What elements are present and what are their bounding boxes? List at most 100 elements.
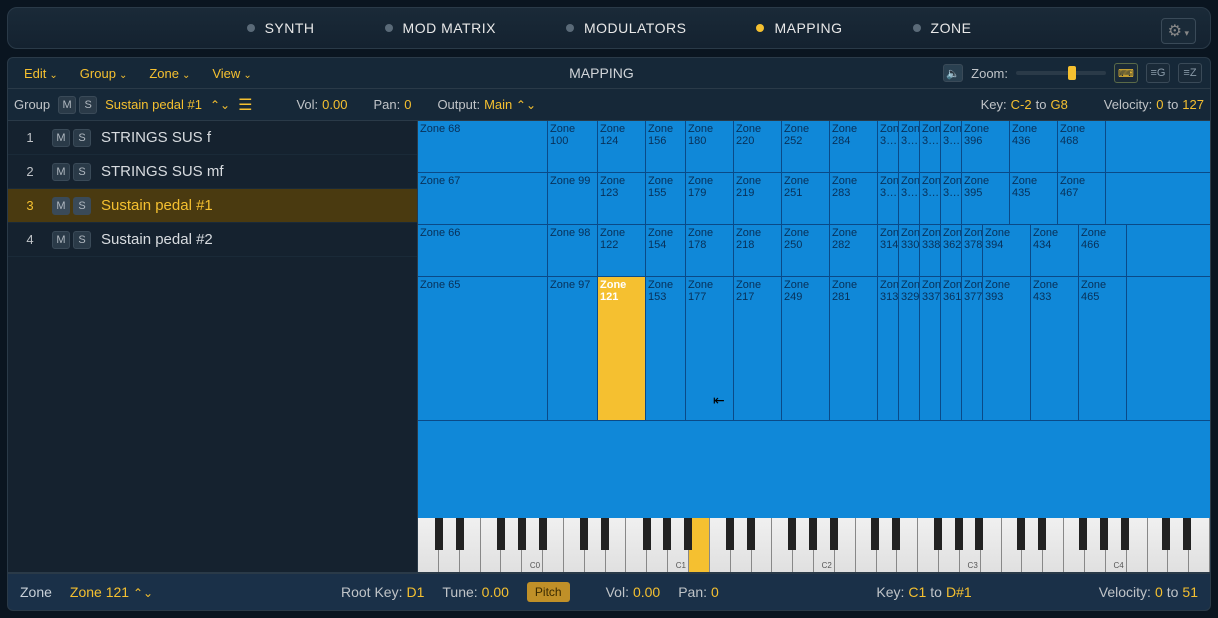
- zone-cell[interactable]: Zone 100: [548, 121, 598, 172]
- zone-cell[interactable]: Zone 99: [548, 173, 598, 224]
- zone-cell[interactable]: Zone 378: [962, 225, 983, 276]
- zone-cell[interactable]: Zone 466: [1079, 225, 1127, 276]
- black-key[interactable]: [1183, 518, 1191, 550]
- zone-cell[interactable]: Zone 362: [941, 225, 962, 276]
- white-key[interactable]: [897, 518, 918, 572]
- group-name-select[interactable]: Sustain pedal #1: [105, 97, 202, 112]
- view-keyboard-button[interactable]: ⌨: [1114, 63, 1138, 83]
- zone-cell[interactable]: Zone 249: [782, 277, 830, 420]
- zone-cell[interactable]: Zone 153: [646, 277, 686, 420]
- zone-cell[interactable]: Zone 97: [548, 277, 598, 420]
- black-key[interactable]: [643, 518, 651, 550]
- group-row[interactable]: 3MSSustain pedal #1: [8, 189, 417, 223]
- slider-thumb[interactable]: [1068, 66, 1076, 80]
- zone-cell[interactable]: Zone 436: [1010, 121, 1058, 172]
- black-key[interactable]: [1100, 518, 1108, 550]
- zone-cell[interactable]: Zone 178: [686, 225, 734, 276]
- zone-cell[interactable]: Zone 219: [734, 173, 782, 224]
- zone-pan-value[interactable]: 0: [711, 584, 719, 600]
- zone-cell[interactable]: Zone 465: [1079, 277, 1127, 420]
- zone-cell[interactable]: Zone 3…: [920, 121, 941, 172]
- zone-key-hi[interactable]: D#1: [946, 584, 972, 600]
- black-key[interactable]: [726, 518, 734, 550]
- black-key[interactable]: [892, 518, 900, 550]
- zone-cell[interactable]: Zone 393: [983, 277, 1031, 420]
- zone-cell[interactable]: Zone 252: [782, 121, 830, 172]
- zone-cell[interactable]: Zone 121: [598, 277, 646, 420]
- group-vol-value[interactable]: 0.00: [322, 97, 347, 112]
- white-key[interactable]: [752, 518, 773, 572]
- zone-cell[interactable]: Zone 218: [734, 225, 782, 276]
- black-key[interactable]: [456, 518, 464, 550]
- zone-cell[interactable]: Zone 329: [899, 277, 920, 420]
- black-key[interactable]: [663, 518, 671, 550]
- list-icon[interactable]: ☰: [238, 95, 252, 115]
- zone-cell[interactable]: Zone 377: [962, 277, 983, 420]
- zone-vel-hi[interactable]: 51: [1182, 584, 1198, 600]
- zone-cell[interactable]: Zone 282: [830, 225, 878, 276]
- mute-button[interactable]: M: [52, 197, 70, 215]
- solo-button[interactable]: S: [73, 163, 91, 181]
- mute-button[interactable]: M: [58, 96, 76, 114]
- zone-cell[interactable]: Zone 3…: [878, 121, 899, 172]
- group-vel-hi[interactable]: 127: [1182, 97, 1204, 112]
- tab-mapping[interactable]: MAPPING: [756, 20, 842, 36]
- zone-cell[interactable]: Zone 179: [686, 173, 734, 224]
- black-key[interactable]: [934, 518, 942, 550]
- black-key[interactable]: [435, 518, 443, 550]
- zone-cell[interactable]: Zone 68: [418, 121, 548, 172]
- edit-menu[interactable]: Edit⌄: [16, 63, 66, 84]
- zone-cell[interactable]: Zone 337: [920, 277, 941, 420]
- zone-cell[interactable]: Zone 361: [941, 277, 962, 420]
- zone-cell[interactable]: Zone 217: [734, 277, 782, 420]
- audition-button[interactable]: 🔈: [943, 64, 963, 82]
- zone-cell[interactable]: Zone 122: [598, 225, 646, 276]
- mute-button[interactable]: M: [52, 129, 70, 147]
- zone-key-lo[interactable]: C1: [908, 584, 926, 600]
- zone-vol-value[interactable]: 0.00: [633, 584, 660, 600]
- zone-cell[interactable]: Zone 65: [418, 277, 548, 420]
- black-key[interactable]: [809, 518, 817, 550]
- zone-cell[interactable]: Zone 338: [920, 225, 941, 276]
- solo-button[interactable]: S: [79, 96, 97, 114]
- zone-cell[interactable]: Zone 154: [646, 225, 686, 276]
- group-key-lo[interactable]: C-2: [1011, 97, 1032, 112]
- tab-modulators[interactable]: MODULATORS: [566, 20, 687, 36]
- group-vel-lo[interactable]: 0: [1156, 97, 1163, 112]
- black-key[interactable]: [580, 518, 588, 550]
- zone-cell[interactable]: Zone 67: [418, 173, 548, 224]
- group-row[interactable]: 4MSSustain pedal #2: [8, 223, 417, 257]
- black-key[interactable]: [1162, 518, 1170, 550]
- zone-cell[interactable]: Zone 251: [782, 173, 830, 224]
- black-key[interactable]: [975, 518, 983, 550]
- zone-cell[interactable]: Zone 330: [899, 225, 920, 276]
- zone-cell[interactable]: Zone 395: [962, 173, 1010, 224]
- zone-grid[interactable]: ⇤ Zone 68Zone 100Zone 124Zone 156Zone 18…: [418, 121, 1210, 572]
- zone-menu[interactable]: Zone⌄: [141, 63, 198, 84]
- black-key[interactable]: [539, 518, 547, 550]
- black-key[interactable]: [518, 518, 526, 550]
- zone-cell[interactable]: Zone 3…: [920, 173, 941, 224]
- white-key[interactable]: [835, 518, 856, 572]
- group-menu[interactable]: Group⌄: [72, 63, 136, 84]
- group-row[interactable]: 2MSSTRINGS SUS mf: [8, 155, 417, 189]
- zone-cell[interactable]: Zone 156: [646, 121, 686, 172]
- zone-cell[interactable]: Zone 123: [598, 173, 646, 224]
- zone-cell[interactable]: Zone 435: [1010, 173, 1058, 224]
- zoom-slider[interactable]: [1016, 71, 1106, 75]
- solo-button[interactable]: S: [73, 129, 91, 147]
- stepper-icon[interactable]: ⌃⌄: [210, 98, 230, 112]
- black-key[interactable]: [1017, 518, 1025, 550]
- black-key[interactable]: [788, 518, 796, 550]
- zone-cell[interactable]: Zone 396: [962, 121, 1010, 172]
- black-key[interactable]: [830, 518, 838, 550]
- white-key[interactable]: [1127, 518, 1148, 572]
- zone-cell[interactable]: Zone 283: [830, 173, 878, 224]
- zone-cell[interactable]: Zone 220: [734, 121, 782, 172]
- zone-cell[interactable]: Zone 433: [1031, 277, 1079, 420]
- keyboard[interactable]: C0C1C2C3C4: [418, 518, 1210, 572]
- black-key[interactable]: [1038, 518, 1046, 550]
- white-key[interactable]: [1043, 518, 1064, 572]
- view-group-button[interactable]: ≡G: [1146, 63, 1170, 83]
- zone-cell[interactable]: Zone 281: [830, 277, 878, 420]
